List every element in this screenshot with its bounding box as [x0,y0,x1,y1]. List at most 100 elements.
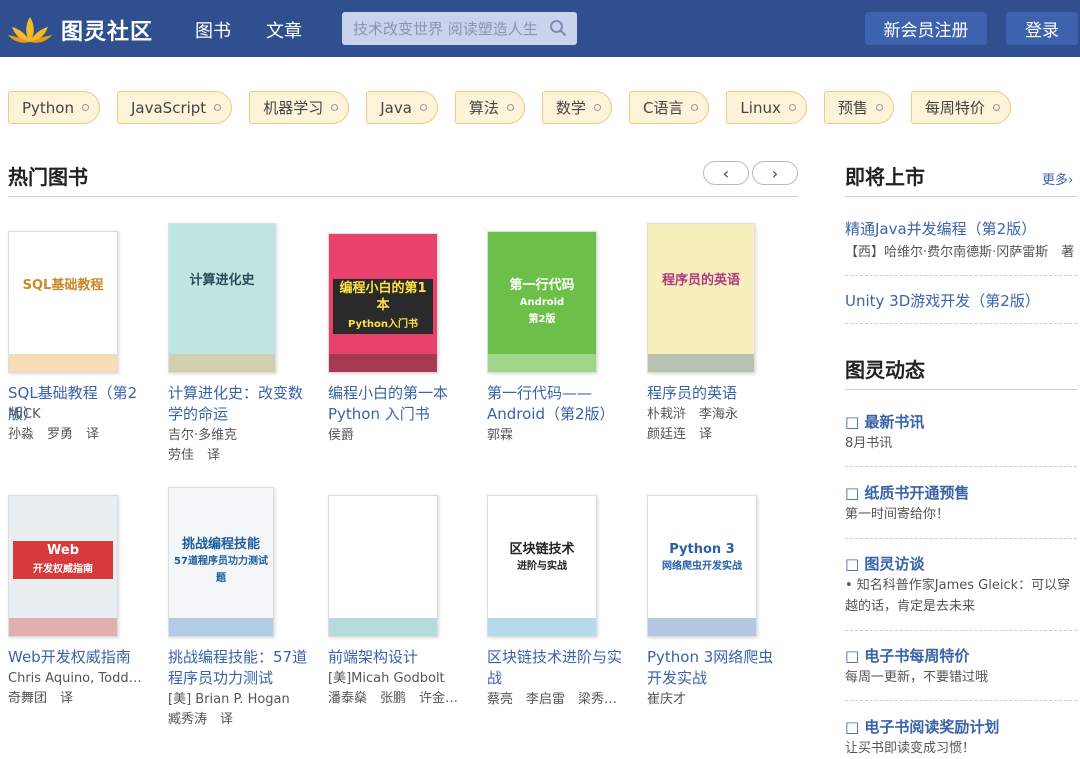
register-button[interactable]: 新会员注册 [865,12,987,45]
dashed-divider [845,466,1077,467]
book-cover[interactable]: 程序员的英语 [647,223,755,373]
book-author: 臧秀涛 译 [168,712,234,727]
news-item-title[interactable]: □ 图灵访谈 [845,553,924,574]
cover-text: 开发权威指南 [13,560,113,579]
cover-accent [329,354,437,372]
book-author: 蔡亮 李启雷 梁秀波 著 [487,692,622,707]
tag-label: Python [22,98,74,117]
tag-chip[interactable]: 预售 [823,91,894,124]
tag-chip[interactable]: Linux [726,91,807,124]
book-cover[interactable]: 计算进化史 [168,223,276,373]
tag-label: 每周特价 [924,99,985,117]
nav-articles[interactable]: 文章 [266,17,302,43]
book-title[interactable]: 编程小白的第一本 Python 入门书 [328,383,468,425]
next-button[interactable]: › [752,161,798,185]
book-cover[interactable]: Python 3 网络爬虫开发实战 [647,495,757,637]
book-title[interactable]: 程序员的英语 [647,383,787,404]
book-cover[interactable]: Web 开发权威指南 [8,495,118,637]
cover-accent [648,618,756,636]
news-item-desc: 第一时间寄给你！ [845,507,950,522]
cover-accent [488,354,596,372]
search-input[interactable] [342,12,542,45]
coming-soon-divider [845,196,1077,197]
top-header: 图灵社区 图书 文章 新会员注册 登录 [0,0,1080,57]
cover-text: 程序员的英语 [661,273,740,288]
book-cover[interactable]: SQL基础教程 [8,231,118,373]
cover-text: 网络爬虫开发实战 [662,561,742,572]
book-author: 侯爵 [328,428,355,443]
tag-chip[interactable]: 每周特价 [910,91,1011,124]
news-item-title[interactable]: □ 纸质书开通预售 [845,482,969,503]
circle-icon [331,104,339,111]
tag-chip[interactable]: C语言 [628,91,710,124]
cover-text: 第一行代码 [509,278,575,293]
book-author: 劳佳 译 [168,448,221,463]
book-title[interactable]: Python 3网络爬虫开发实战 [647,647,787,689]
book-author: 颜廷连 译 [647,427,713,442]
book-author: Chris Aquino, Todd Gandee [8,671,143,686]
coming-book-title[interactable]: Unity 3D游戏开发（第2版） [845,290,1040,311]
book-cover[interactable]: 编程小白的第1本 Python入门书 [328,233,438,373]
prev-button[interactable]: ‹ [703,161,749,185]
cover-accent [9,618,117,636]
book-title[interactable]: 区块链技术进阶与实战 [487,647,627,689]
cover-accent [648,354,754,372]
coming-book-title[interactable]: 精通Java并发编程（第2版） [845,218,1036,239]
cover-text: SQL基础教程 [22,278,104,293]
tag-chip[interactable]: Java [366,91,438,124]
cover-text: 计算进化史 [189,273,255,288]
book-author: 吉尔·多维克 [168,428,238,443]
book-cover[interactable]: 挑战编程技能 57道程序员功力测试题 [168,487,274,637]
news-item-desc: 8月书讯 [845,436,893,451]
dashed-divider [845,700,1077,701]
news-item-title[interactable]: □ 最新书讯 [845,411,924,432]
tag-chip[interactable]: 数学 [541,91,612,124]
news-item-desc: 让买书即读变成习惯！ [845,741,976,756]
cover-text: 前端架构设计 [343,542,422,557]
login-button[interactable]: 登录 [1006,12,1078,45]
cover-text: 编程小白的第1本 [333,279,433,315]
cover-text: 挑战编程技能 [181,537,260,552]
news-item-title[interactable]: □ 电子书阅读奖励计划 [845,716,999,737]
book-cover[interactable]: 前端架构设计 [328,495,438,637]
chevron-left-icon: ‹ [722,163,730,183]
book-title[interactable]: 挑战编程技能：57道程序员功力测试 [168,647,308,689]
book-cover[interactable]: 区块链技术进阶与实战 [487,495,597,637]
hot-books-divider [8,196,798,197]
news-item-desc: • 知名科普作家James Gleick：可以穿越的话，肯定是去未来 [845,578,1071,614]
lotus-logo-icon [8,17,52,43]
cover-text: 进阶与实战 [517,561,567,572]
book-title[interactable]: Web开发权威指南 [8,647,148,668]
circle-icon [691,104,699,111]
book-cover[interactable]: 第一行代码 Android 第2版 [487,231,597,373]
tag-label: JavaScript [131,98,207,117]
coming-book-author: 【西】哈维尔·费尔南德斯·冈萨雷斯 著 [845,245,1075,260]
book-title[interactable]: 计算进化史：改变数学的命运 [168,383,308,425]
tag-chip[interactable]: Python [8,91,100,124]
tag-label: 机器学习 [263,99,324,117]
nav-books[interactable]: 图书 [195,17,231,43]
more-link[interactable]: 更多› [1042,169,1073,188]
tag-chip[interactable]: 算法 [454,91,525,124]
cover-text: 第2版 [528,314,556,325]
hot-books-title: 热门图书 [8,165,88,189]
search-icon[interactable] [549,19,567,37]
book-author: 孙淼 罗勇 译 [8,427,100,442]
book-title[interactable]: 第一行代码——Android（第2版） [487,383,627,425]
dashed-divider [845,630,1077,631]
tag-label: C语言 [642,99,684,117]
cover-text: 区块链技术 [509,542,575,557]
tag-label: Linux [740,98,781,117]
tag-label: Java [380,98,412,117]
book-author: MICK [8,407,41,422]
tag-chip[interactable]: 机器学习 [249,91,350,124]
tag-chip[interactable]: JavaScript [117,91,233,124]
book-author: 崔庆才 [647,692,687,707]
news-item-title[interactable]: □ 电子书每周特价 [845,645,969,666]
book-author: 潘泰燊 张鹏 许金泉 译 [328,691,463,706]
book-author: 奇舞团 译 [8,691,74,706]
cover-accent [9,354,117,372]
book-title[interactable]: 前端架构设计 [328,647,468,668]
cover-accent [488,618,596,636]
site-logo[interactable]: 图灵社区 [8,14,153,46]
